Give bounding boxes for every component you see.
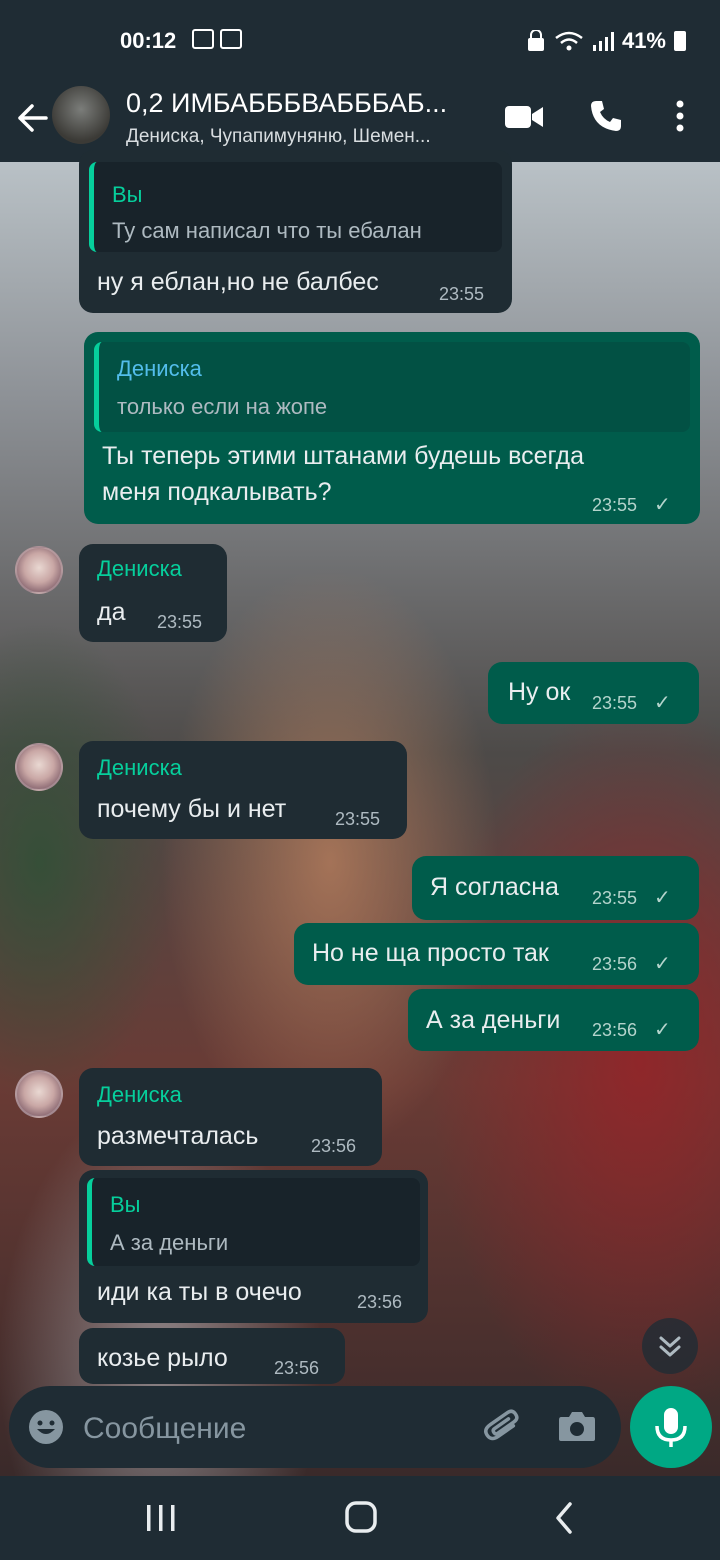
video-call-icon[interactable]: [504, 102, 544, 132]
system-navigation-bar: [0, 1476, 720, 1560]
gallery-notification-icon: [192, 29, 214, 49]
message-bubble-outgoing[interactable]: Я согласна 23:55 ✓: [412, 856, 699, 920]
notification-icons: [192, 29, 242, 49]
sender-avatar[interactable]: [15, 743, 63, 791]
quoted-message[interactable]: Вы Ту сам написал что ты ебалан: [89, 162, 502, 252]
quoted-message[interactable]: Дениска только если на жопе: [94, 342, 690, 432]
read-check-icon: ✓: [654, 1019, 671, 1041]
quote-author: Вы: [112, 182, 143, 207]
message-time: 23:56: [357, 1292, 403, 1312]
sender-avatar[interactable]: [15, 1070, 63, 1118]
message-bubble-incoming[interactable]: Дениска размечталась 23:56: [79, 1068, 382, 1166]
message-bubble-outgoing[interactable]: Ну ок 23:55 ✓: [488, 662, 699, 724]
read-check-icon: ✓: [654, 887, 671, 909]
chat-title[interactable]: 0,2 ИМБАБББВАБББАБ...: [126, 88, 447, 119]
message-bubble-incoming[interactable]: Дениска да 23:55: [79, 544, 227, 642]
message-time: 23:55: [439, 284, 485, 304]
message-text: Я согласна: [430, 873, 559, 901]
sender-name: Дениска: [97, 755, 182, 780]
message-time: 23:55: [157, 612, 203, 632]
message-time: 23:55: [592, 495, 638, 515]
phone-icon[interactable]: [588, 98, 624, 134]
quote-text: только если на жопе: [117, 394, 328, 419]
emoji-icon[interactable]: [27, 1408, 65, 1446]
sender-name: Дениска: [97, 556, 182, 581]
read-check-icon: ✓: [654, 494, 671, 516]
message-time: 23:56: [592, 954, 638, 974]
message-text: иди ка ты в очечо: [97, 1278, 302, 1306]
message-time: 23:55: [592, 693, 638, 713]
quoted-message[interactable]: Вы А за деньги: [87, 1178, 420, 1266]
sender-name: Дениска: [97, 1082, 182, 1107]
message-text: А за деньги: [426, 1006, 561, 1034]
message-bubble-incoming[interactable]: Вы Ту сам написал что ты ебалан ну я ебл…: [79, 150, 512, 313]
recent-apps-icon[interactable]: [144, 1502, 178, 1534]
chat-participants[interactable]: Дениска, Чупапимуняню, Шемен...: [126, 126, 431, 148]
message-text: размечталась: [97, 1122, 259, 1150]
message-text: ну я еблан,но не балбес: [97, 268, 379, 296]
message-input[interactable]: [81, 1410, 445, 1448]
quote-text: А за деньги: [110, 1230, 229, 1255]
sender-avatar[interactable]: [15, 546, 63, 594]
message-text-line-2: меня подкалывать?: [102, 478, 332, 506]
signal-icon: [592, 32, 614, 51]
quote-author: Дениска: [117, 356, 202, 381]
message-time: 23:56: [311, 1136, 357, 1156]
message-text-line-1: Ты теперь этими штанами будешь всегда: [102, 442, 584, 470]
message-time: 23:56: [274, 1358, 320, 1378]
app-notification-icon: [220, 29, 242, 49]
message-bubble-outgoing[interactable]: Но не ща просто так 23:56 ✓: [294, 923, 699, 985]
message-time: 23:55: [592, 888, 638, 908]
quote-text: Ту сам написал что ты ебалан: [112, 218, 422, 243]
message-text: почему бы и нет: [97, 795, 287, 823]
group-avatar[interactable]: [52, 86, 110, 144]
message-bubble-incoming[interactable]: Дениска почему бы и нет 23:55: [79, 741, 407, 839]
message-text: Ну ок: [508, 678, 571, 706]
status-indicators: 41%: [526, 28, 686, 54]
attach-icon[interactable]: [483, 1406, 523, 1448]
camera-icon[interactable]: [557, 1408, 597, 1444]
message-text: да: [97, 598, 126, 626]
message-text: Но не ща просто так: [312, 939, 549, 967]
lock-icon: [527, 30, 544, 51]
voice-record-button[interactable]: [630, 1386, 712, 1468]
message-bubble-incoming[interactable]: козье рыло 23:56: [79, 1328, 345, 1384]
nav-back-icon[interactable]: [550, 1500, 578, 1536]
more-icon[interactable]: [668, 98, 692, 134]
battery-icon: [674, 31, 686, 51]
read-check-icon: ✓: [654, 692, 671, 714]
scroll-to-bottom-button[interactable]: [642, 1318, 698, 1374]
back-arrow-icon[interactable]: [12, 98, 52, 138]
scroll-down-icon: [659, 1336, 681, 1357]
read-check-icon: ✓: [654, 953, 671, 975]
message-time: 23:56: [592, 1020, 638, 1040]
message-bubble-incoming[interactable]: Вы А за деньги иди ка ты в очечо 23:56: [79, 1170, 428, 1323]
home-icon[interactable]: [344, 1500, 378, 1534]
status-bar: 00:12 41%: [0, 0, 720, 80]
message-bubble-outgoing[interactable]: А за деньги 23:56 ✓: [408, 989, 699, 1051]
message-time: 23:55: [335, 809, 381, 829]
wifi-icon: [555, 31, 583, 51]
battery-percent: 41%: [621, 28, 666, 53]
message-bubble-outgoing[interactable]: Дениска только если на жопе Ты теперь эт…: [84, 332, 700, 524]
message-composer: [9, 1386, 621, 1468]
quote-author: Вы: [110, 1192, 141, 1217]
status-time: 00:12: [120, 28, 177, 53]
mic-icon: [655, 1408, 687, 1447]
message-text: козье рыло: [97, 1344, 228, 1372]
